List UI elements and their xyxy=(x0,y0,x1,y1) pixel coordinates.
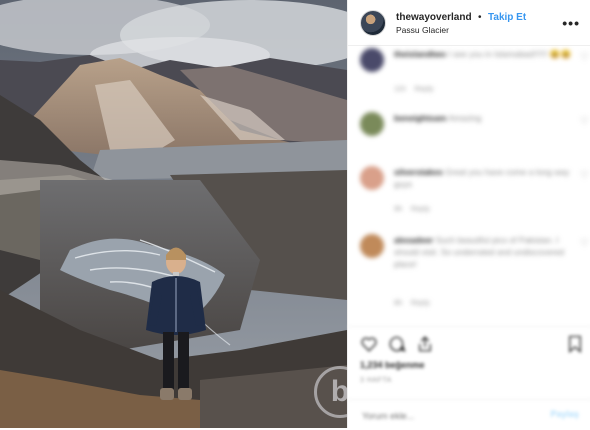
follow-button[interactable]: Takip Et xyxy=(488,12,526,23)
comment-time: 11h xyxy=(394,84,406,93)
post-header: thewayoverland • Takip Et Passu Glacier … xyxy=(348,0,590,46)
comment-avatar[interactable] xyxy=(360,48,384,72)
reply-button[interactable]: Reply xyxy=(414,84,433,93)
comment-like-icon[interactable]: ♡ xyxy=(580,116,589,127)
comment-avatar[interactable] xyxy=(360,112,384,136)
username-link[interactable]: thewayoverland xyxy=(396,12,472,23)
comment-item: silverstakes Great you have come a long … xyxy=(348,164,590,230)
post-time: 3 HAFTA xyxy=(360,377,392,384)
post-comment-button[interactable]: Paylaş xyxy=(550,409,579,419)
post-photo[interactable]: b xyxy=(0,0,347,428)
comments-list: theislandtwo I see you in Islamabad!!!!!… xyxy=(348,46,590,326)
post-actions: 1,234 beğenme 3 HAFTA Paylaş xyxy=(348,326,590,429)
watermark-letter: b xyxy=(330,375,347,408)
heart-icon[interactable] xyxy=(360,335,378,353)
bookmark-icon[interactable] xyxy=(567,335,583,353)
comment-text: theislandtwo I see you in Islamabad!!!!!… xyxy=(394,48,575,60)
comment-item: alexadeer Such beautiful pics of Pakista… xyxy=(348,232,590,322)
comment-username[interactable]: theislandtwo xyxy=(394,49,446,59)
location-link[interactable]: Passu Glacier xyxy=(396,24,562,37)
comment-item: theislandtwo I see you in Islamabad!!!!!… xyxy=(348,46,590,112)
reply-button[interactable]: Reply xyxy=(411,298,430,307)
comment-meta: 8h Reply xyxy=(394,298,430,307)
comment-body: Amazing xyxy=(448,113,482,123)
landscape-image xyxy=(0,0,347,428)
more-options-icon[interactable]: ••• xyxy=(562,15,580,31)
comment-time: 8h xyxy=(394,298,403,307)
reply-button[interactable]: Reply xyxy=(411,204,430,213)
comment-input[interactable] xyxy=(360,407,534,425)
avatar[interactable] xyxy=(360,9,386,36)
comment-like-icon[interactable]: ♡ xyxy=(580,52,589,63)
separator-dot: • xyxy=(478,11,482,23)
header-text: thewayoverland • Takip Et Passu Glacier xyxy=(396,9,562,37)
comment-meta xyxy=(394,136,402,145)
comment-like-icon[interactable]: ♡ xyxy=(580,238,589,249)
comment-username[interactable]: beneightsam xyxy=(394,113,446,123)
comment-avatar[interactable] xyxy=(360,166,384,190)
comment-meta: 9h Reply xyxy=(394,204,430,213)
comment-text: silverstakes Great you have come a long … xyxy=(394,166,575,190)
comment-username[interactable]: silverstakes xyxy=(394,167,443,177)
comment-body: I see you in Islamabad!!!!!! 😃😃 xyxy=(448,49,572,59)
post-sidebar: thewayoverland • Takip Et Passu Glacier … xyxy=(347,0,590,428)
instagram-post: b thewayoverland • Takip Et Passu Glacie… xyxy=(0,0,590,428)
comment-username[interactable]: alexadeer xyxy=(394,235,433,245)
comment-time: 9h xyxy=(394,204,403,213)
comment-text: alexadeer Such beautiful pics of Pakista… xyxy=(394,234,575,270)
likes-count[interactable]: 1,234 beğenme xyxy=(360,360,425,370)
comment-bar: Paylaş xyxy=(348,399,590,430)
comment-icon[interactable] xyxy=(388,335,406,353)
comment-text: beneightsam Amazing xyxy=(394,112,575,124)
comment-like-icon[interactable]: ♡ xyxy=(580,170,589,181)
comment-item: beneightsam Amazing ♡ xyxy=(348,110,590,160)
share-icon[interactable] xyxy=(416,335,434,353)
comment-meta: 11h Reply xyxy=(394,84,434,93)
comment-avatar[interactable] xyxy=(360,234,384,258)
